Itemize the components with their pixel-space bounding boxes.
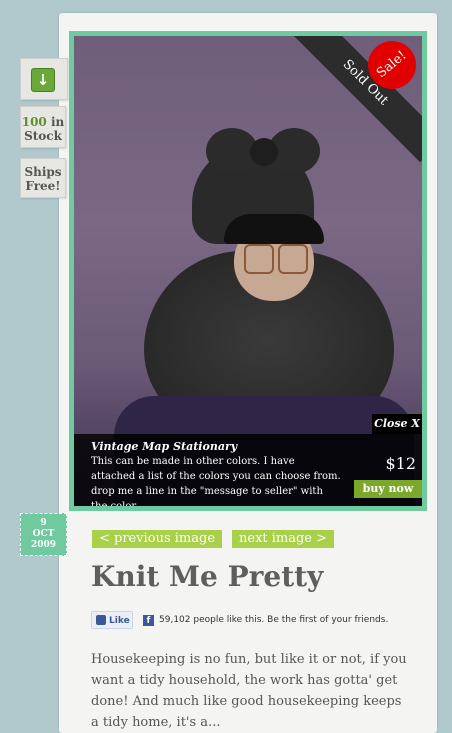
close-button[interactable]: Close X [372,414,422,434]
download-arrow-icon[interactable]: ↓ [31,68,55,92]
download-tab[interactable]: ↓ [20,58,68,100]
date-day: 9 [40,518,47,528]
next-image-link[interactable]: next image > [232,530,335,548]
date-badge: 9 OCT 2009 [20,513,67,556]
post-title: Knit Me Pretty [91,560,324,593]
stock-tab: 100 in Stock [20,106,66,148]
ships-free-tab: Ships Free! [20,158,66,198]
bow-shape [206,128,320,178]
product-photo[interactable]: Sold Out Sale! Close X Vintage Map Stati… [74,36,422,506]
caption-text: This can be made in other colors. I have… [91,456,341,506]
date-month: OCT [32,529,55,539]
product-caption: Vintage Map Stationary This can be made … [74,434,422,506]
stock-count: 100 [21,115,47,129]
ships-line-2: Free! [25,179,61,193]
price-label: $12 [385,454,416,473]
stock-label: Stock [24,129,62,143]
stock-in: in [50,115,65,129]
buy-now-button[interactable]: buy now [354,480,422,498]
product-photo-frame: Sold Out Sale! Close X Vintage Map Stati… [69,31,427,511]
like-button[interactable]: Like [91,611,133,629]
previous-image-link[interactable]: < previous image [92,530,223,548]
thumbs-up-icon [96,615,106,625]
hair-shape [224,214,324,244]
post-body: Housekeeping is no fun, but like it or n… [91,652,407,730]
ships-line-1: Ships [24,165,62,179]
like-count-text: 59,102 people like this. Be the first of… [159,615,389,625]
glasses-shape [244,244,308,274]
caption-title: Vintage Map Stationary [91,440,238,453]
facebook-icon: f [143,615,154,626]
date-year: 2009 [30,540,57,550]
like-label: Like [109,616,130,626]
